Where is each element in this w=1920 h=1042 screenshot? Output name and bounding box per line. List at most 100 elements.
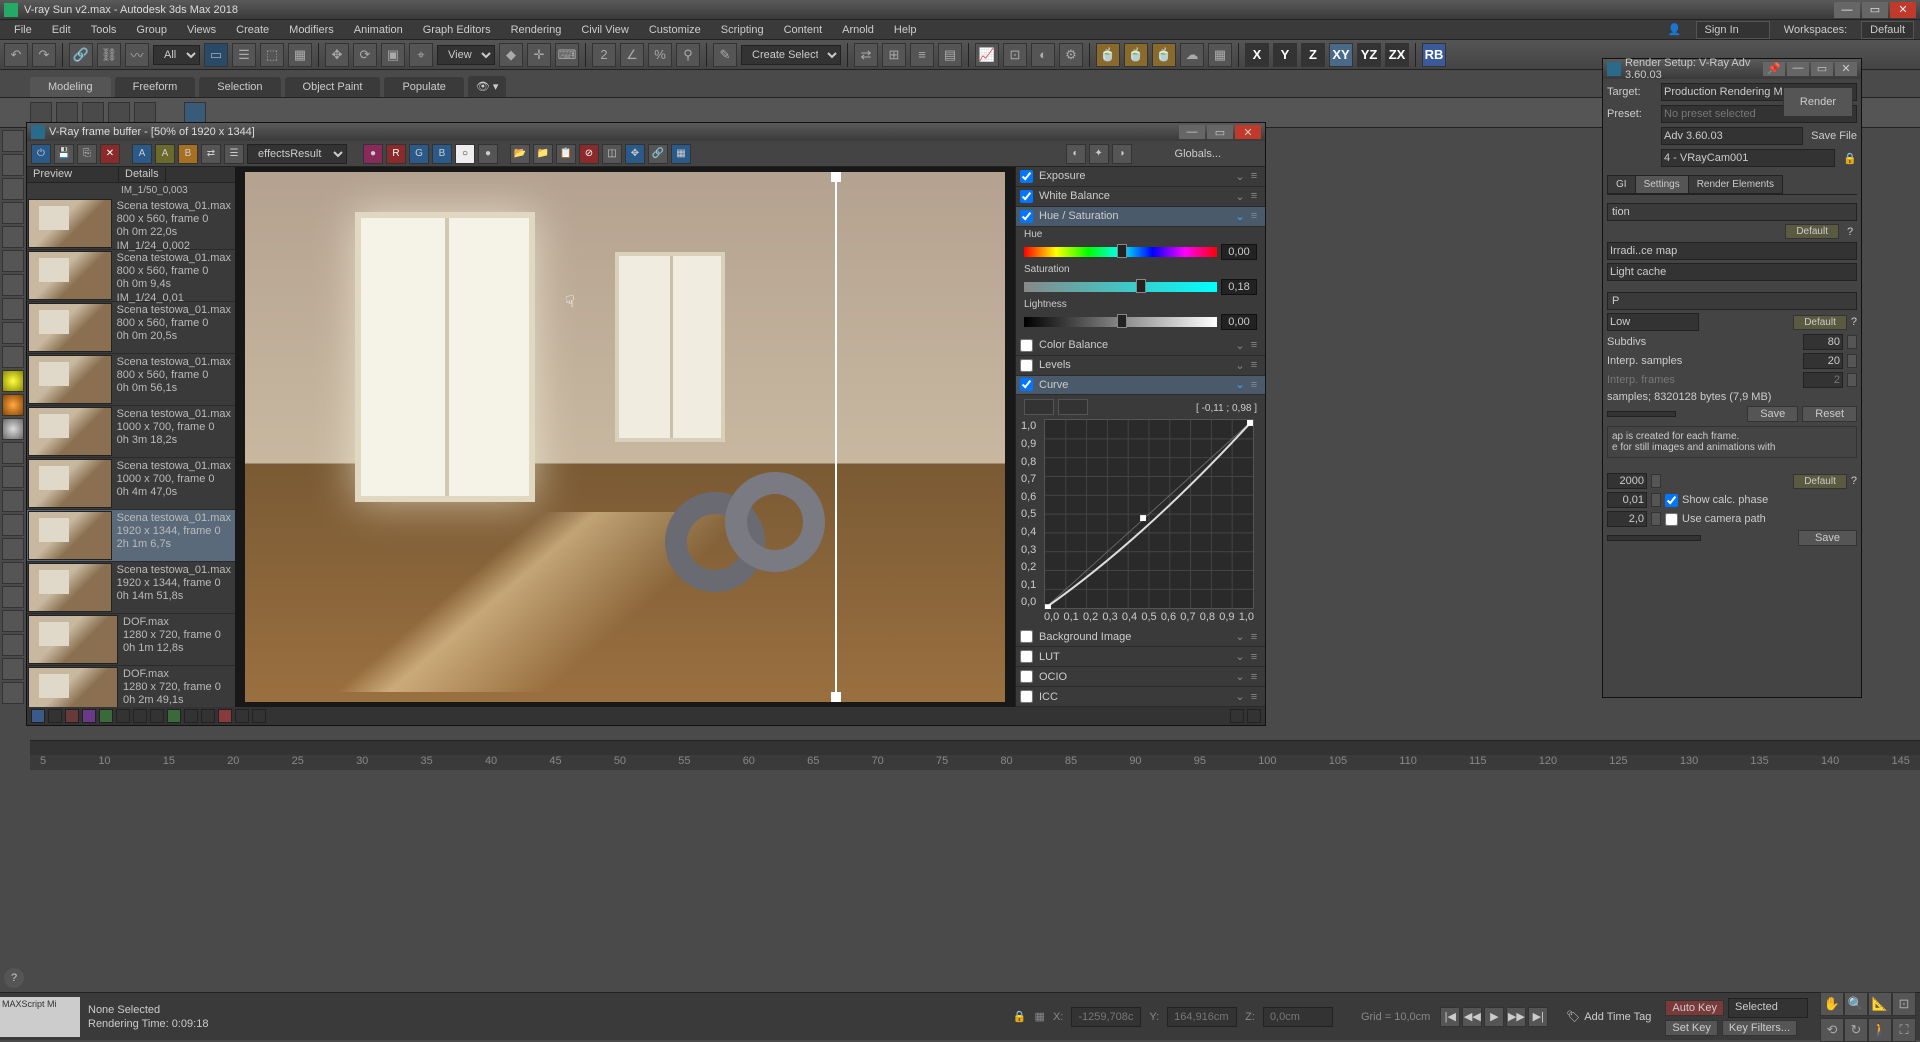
history-item[interactable]: Scena testowa_01.max1920 x 1344, frame 0… — [27, 562, 235, 614]
vfb-track-button[interactable]: ✥ — [625, 144, 645, 164]
menu-modifiers[interactable]: Modifiers — [281, 22, 342, 38]
rs-render-button[interactable]: Render — [1783, 87, 1853, 117]
vfb-channel-dropdown[interactable]: effectsResult — [247, 144, 347, 164]
ribbon-btn-2[interactable] — [56, 102, 78, 124]
vfb-denoise-button[interactable]: ◑ — [1112, 144, 1132, 164]
lp-btn-6[interactable] — [2, 250, 24, 272]
rs-showcalc-check[interactable] — [1665, 494, 1678, 507]
nav-walk-button[interactable]: 🚶 — [1868, 1018, 1892, 1042]
vfb-sb-zoom[interactable] — [1230, 709, 1244, 723]
cc-colorbal-check[interactable] — [1020, 339, 1033, 352]
axis-xy-button[interactable]: XY — [1329, 43, 1353, 67]
lp-btn-10[interactable] — [2, 346, 24, 368]
align-button[interactable]: ⊞ — [882, 43, 906, 67]
window-crossing-button[interactable]: ▦ — [288, 43, 312, 67]
render-setup-button[interactable]: ⚙ — [1059, 43, 1083, 67]
cc-bg-check[interactable] — [1020, 630, 1033, 643]
rs-save-btn[interactable]: Save — [1747, 406, 1798, 422]
history-item[interactable]: Scena testowa_01.max1000 x 700, frame 00… — [27, 406, 235, 458]
cc-huesat-check[interactable] — [1020, 210, 1033, 223]
vfb-minimize-button[interactable]: — — [1179, 125, 1205, 139]
lp-btn-17[interactable] — [2, 514, 24, 536]
autokey-button[interactable]: Auto Key — [1665, 1000, 1724, 1016]
light-slider[interactable] — [1024, 317, 1217, 327]
named-sel-dropdown[interactable]: Create Selection Se — [741, 45, 841, 65]
link-button[interactable]: 🔗 — [69, 43, 93, 67]
rs-renderer-dropdown[interactable]: Adv 3.60.03 — [1661, 127, 1803, 145]
vfb-lens-button[interactable]: ◐ — [1066, 144, 1086, 164]
timeline[interactable]: 5101520253035404550556065707580859095100… — [30, 740, 1920, 770]
vfb-sb-7[interactable] — [133, 709, 147, 723]
rs-minimize-button[interactable]: — — [1787, 62, 1809, 76]
vfb-mono-button[interactable]: ● — [478, 144, 498, 164]
vfb-close-button[interactable]: ✕ — [1235, 125, 1261, 139]
rs-default-btn-2[interactable]: Default — [1793, 315, 1847, 330]
axis-zx-button[interactable]: ZX — [1385, 43, 1409, 67]
vfb-rgb-button[interactable]: ● — [363, 144, 383, 164]
vfb-globals-button[interactable]: Globals... — [1135, 148, 1261, 160]
lp-btn-2[interactable] — [2, 154, 24, 176]
vfb-open-button[interactable]: 📂 — [510, 144, 530, 164]
signin-dropdown[interactable]: Sign In — [1696, 21, 1770, 39]
ribbon-tab-objectpaint[interactable]: Object Paint — [285, 77, 381, 97]
rs-section-hdr[interactable]: tion — [1607, 203, 1857, 221]
vfb-sb-11[interactable] — [201, 709, 215, 723]
z-input[interactable] — [1263, 1007, 1333, 1027]
menu-tools[interactable]: Tools — [83, 22, 125, 38]
ab-compare-slider[interactable] — [835, 172, 837, 702]
time-slider[interactable] — [30, 741, 1920, 755]
rs-irrad-dropdown[interactable]: Irradi..ce map — [1607, 242, 1857, 260]
prev-frame-button[interactable]: ◀◀ — [1462, 1007, 1482, 1027]
menu-customize[interactable]: Customize — [641, 22, 709, 38]
vfb-region-button[interactable]: ◫ — [602, 144, 622, 164]
undo-button[interactable]: ↶ — [4, 43, 28, 67]
history-item[interactable]: Scena testowa_01.max800 x 560, frame 00h… — [27, 198, 235, 250]
vfb-a-channel-button[interactable]: A — [132, 144, 152, 164]
lp-btn-16[interactable] — [2, 490, 24, 512]
vfb-sb-13[interactable] — [235, 709, 249, 723]
ribbon-btn-5[interactable] — [134, 102, 156, 124]
rs-tab-gi[interactable]: GI — [1607, 175, 1636, 194]
rs-pin-button[interactable]: 📌 — [1763, 62, 1785, 76]
render-frame-button[interactable]: 🍵 — [1096, 43, 1120, 67]
vfb-titlebar[interactable]: V-Ray frame buffer - [50% of 1920 x 1344… — [27, 123, 1265, 141]
snap-angle-button[interactable]: ∠ — [620, 43, 644, 67]
render-iter-button[interactable]: 🍵 — [1152, 43, 1176, 67]
time-tag-icon[interactable]: 🏷 — [1566, 1010, 1580, 1023]
rs-lightcache-dropdown[interactable]: Light cache — [1607, 263, 1857, 281]
next-frame-button[interactable]: ▶▶ — [1506, 1007, 1526, 1027]
rs-interp-val[interactable]: 20 — [1803, 353, 1843, 369]
vfb-sb-6[interactable] — [116, 709, 130, 723]
menu-views[interactable]: Views — [179, 22, 224, 38]
vfb-stop-button[interactable]: ⊘ — [579, 144, 599, 164]
close-button[interactable]: ✕ — [1890, 2, 1916, 18]
curve-btn-1[interactable] — [1024, 399, 1054, 415]
manip-button[interactable]: ✛ — [527, 43, 551, 67]
hue-slider[interactable] — [1024, 247, 1217, 257]
curve-btn-2[interactable] — [1058, 399, 1088, 415]
rs-close-button[interactable]: ✕ — [1835, 62, 1857, 76]
snap-spinner-button[interactable]: ⚲ — [676, 43, 700, 67]
axis-z-button[interactable]: Z — [1301, 43, 1325, 67]
rs-001-val[interactable]: 0,01 — [1607, 492, 1647, 508]
vfb-bloom-button[interactable]: ✦ — [1089, 144, 1109, 164]
ribbon-tab-freeform[interactable]: Freeform — [115, 77, 196, 97]
nav-orbit-button[interactable]: ⟲ — [1820, 1018, 1844, 1042]
ribbon-tab-modeling[interactable]: Modeling — [30, 77, 111, 97]
lock-icon[interactable]: 🔒 — [1843, 152, 1857, 165]
vfb-sb-10[interactable] — [184, 709, 198, 723]
rs-default-btn-1[interactable]: Default — [1785, 224, 1839, 239]
rs-savefile-label[interactable]: Save File — [1811, 130, 1857, 142]
rs-tab-renderelements[interactable]: Render Elements — [1688, 175, 1783, 194]
menu-animation[interactable]: Animation — [346, 22, 411, 38]
lp-btn-23[interactable] — [2, 658, 24, 680]
ribbon-btn-1[interactable] — [30, 102, 52, 124]
vfb-blue-button[interactable]: B — [432, 144, 452, 164]
goto-end-button[interactable]: ▶| — [1528, 1007, 1548, 1027]
vfb-save-button[interactable]: 💾 — [54, 144, 74, 164]
axis-yz-button[interactable]: YZ — [1357, 43, 1381, 67]
light-value[interactable]: 0,00 — [1221, 314, 1257, 330]
axis-y-button[interactable]: Y — [1273, 43, 1297, 67]
cc-expand-icon[interactable]: ⌄ — [1233, 170, 1247, 183]
vfb-sb-fit[interactable] — [1247, 709, 1261, 723]
